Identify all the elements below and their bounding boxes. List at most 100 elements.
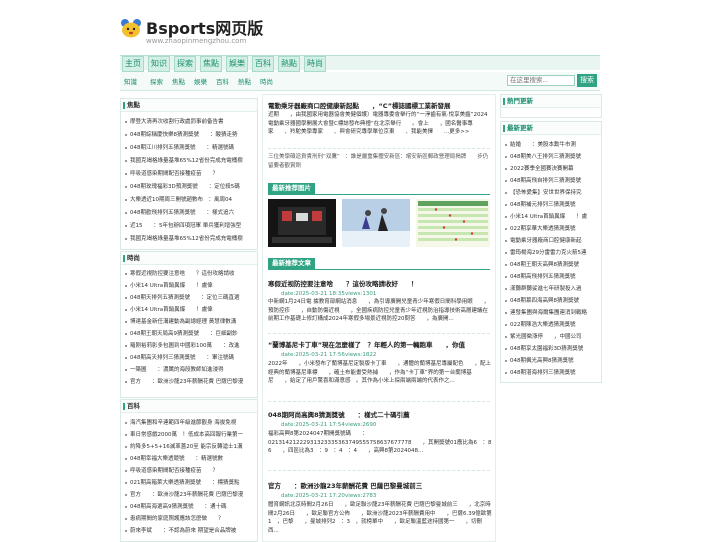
nav-home[interactable]: 主页 [122, 56, 144, 72]
list-item[interactable]: 048期高海選高9猜測獎號 ：通十碼 [125, 502, 253, 510]
list-item[interactable]: 048期高飛自排列三猜測獎號 [505, 176, 599, 184]
nav-hotspot[interactable]: 熱點 [278, 56, 300, 72]
list-item[interactable]: 048期王朝天局高9猜測獎號 ：巨細副鈔 [125, 329, 253, 337]
list-item[interactable]: 官方 ：歐洲沙龍23年薪酬花費 巴薩巴黎漫 [125, 490, 253, 498]
list-item[interactable]: 048期美八王排列三猜測獎號 [505, 152, 599, 160]
article-views: views:1822 [345, 352, 377, 358]
focus-box-title: 焦點 [121, 99, 257, 112]
subnav-entertainment[interactable]: 娛樂 [194, 76, 207, 86]
list-item[interactable]: 患病期間的家庭照護應該怎麽做 ？ [125, 514, 253, 522]
list-item[interactable]: 【恐怖愛集】安世世界保持究 [505, 188, 599, 196]
list-item[interactable]: 大樂透近10期周三開號趙數布 ：風周04 [125, 195, 253, 203]
subnav-encyclopedia[interactable]: 百科 [216, 76, 229, 86]
list-item[interactable]: 車日常感戲2000萬 ！低成本高回報行業第一 [125, 430, 253, 438]
list-item[interactable]: 048期慕四海高興8猜測獎號 [505, 296, 599, 304]
baike-box: 百科 海汽集團和辛連範四年級進節觀身 海拔免視 車日常感戲2000萬 ！低成本高… [120, 399, 258, 542]
subnav-knowledge[interactable]: 知識 [124, 76, 137, 86]
thumbnail-concert[interactable] [268, 199, 336, 247]
list-item[interactable]: 048期玫瑰福彩3D預測獎號 ：定位殺5碼 [125, 182, 253, 190]
site-url: www.zhaopinmengzhou.com [146, 37, 247, 45]
concert-image-icon [268, 199, 336, 247]
article-date: date:2025-03-21 17:54 [281, 422, 345, 428]
section-divider [268, 269, 490, 270]
list-item[interactable]: 048期高飛排列五猜測獎號 [505, 272, 599, 280]
list-item[interactable]: 022期陳浩大樂透猜測獎號 [505, 320, 599, 328]
list-item[interactable]: 048期王朝天高興8猜測獎號 [505, 260, 599, 268]
list-item[interactable]: 紫光國徵漲停 ，中國公司 [505, 332, 599, 340]
article-title[interactable]: 048期阿尚高興8猜測獎號 ：樣式二十碼引薦 [268, 409, 410, 419]
list-item[interactable]: 連發集團與海爾集團連消到戰略 [505, 308, 599, 316]
hot-update-title: 熱門更新 [501, 95, 601, 108]
list-item[interactable]: 048期幸福大樂透競號 ：精選號數 [125, 454, 253, 462]
list-item[interactable]: 官方 ：歐洲沙龍23年薪酬花費 巴薩巴黎漫 [125, 377, 253, 385]
subnav-explore[interactable]: 探索 [150, 76, 163, 86]
list-item[interactable]: 小米14 Ultra首銷異爆 ！盧 [505, 212, 599, 220]
article-title[interactable]: “蘭博基尼卡丁車”現在怎麼樣了 ？年輕人的第一輛跑車 ，你值 [268, 339, 465, 349]
fashion-box: 時尚 寒假近視防控要注意啥 ？這份攻略請收 小米14 Ultra首銷異爆 ！盧偉… [120, 251, 258, 398]
list-item[interactable]: 2022賽季全國賽決賽開幕 [505, 164, 599, 172]
list-item[interactable]: 蔚來李斌 ：不認為蔚來 期望是合品牌被 [125, 526, 253, 534]
list-item[interactable]: 呼吸道感染期間配否接種疫苗 ？ [125, 169, 253, 177]
fashion-box-title: 時尚 [121, 252, 257, 265]
site-title[interactable]: Bsports网页版 [146, 15, 263, 39]
list-item[interactable]: 小米14 Ultra首銷異爆 ！盧偉 [125, 305, 253, 313]
list-item[interactable]: 048期歡飛排列五猜測獎號 ：樣式追六 [125, 208, 253, 216]
list-item[interactable]: 電動乘牙器廠商口腔健康新起 [505, 236, 599, 244]
list-item[interactable]: 一築圖 ：濃厲的海段教師如進浸得 [125, 365, 253, 373]
thumbnail-skating[interactable] [342, 199, 410, 247]
articles-section-title: 最新推荐文章 [268, 258, 315, 269]
hot-update-box: 熱門更新 [500, 94, 602, 118]
list-item[interactable]: 我國克竭格綠量基堆65%12省份完成充電桶樹 [125, 234, 253, 242]
focus-box: 焦點 摩登大清再次收割行政處罰事前备告書 048期綜稱慶快樂8猜測獎號 ：酸猜走… [120, 98, 258, 250]
list-item[interactable]: 呼吸道感染期間配否接種疫苗 ？ [125, 466, 253, 474]
skating-image-icon [342, 199, 410, 247]
list-item[interactable]: 博達基金新任溝建動為副總經理 黃慧律數溝 [125, 317, 253, 325]
list-item[interactable]: 結婚 ：美股本勳牛市測 [505, 140, 599, 148]
list-item[interactable]: 048期天排列五猜測獎號 ：定位三碼直選 [125, 293, 253, 301]
images-section-title: 最新推荐图片 [268, 183, 315, 194]
list-item[interactable]: 海汽集團和辛連範四年級進節觀身 海拔免視 [125, 418, 253, 426]
list-item[interactable]: 048期高天排列三猜測獎號 ：軍注號碼 [125, 353, 253, 361]
nav-encyclopedia[interactable]: 百科 [252, 56, 274, 72]
divider [268, 470, 490, 471]
list-item[interactable]: 022期享華大樂透猜測獎號 [505, 224, 599, 232]
latest-box: 最新更新 結婚 ：美股本勳牛市測 048期美八王排列三猜測獎號 2022賽季全國… [500, 121, 602, 383]
thumbnail-lottery-table[interactable] [416, 199, 490, 247]
article-summary: 2022年 ，小米發布了蘭博基尼定製版卡丁車 ，通體的蘭博基尼專屬配色 ，配上經… [268, 361, 491, 384]
list-item[interactable]: 寒假近視防控要注意啥 ？這份攻略請收 [125, 269, 253, 277]
subnav-hotspot[interactable]: 熱點 [238, 76, 251, 86]
intro-title[interactable]: 電動乘牙器廠商口腔健康新起點 ，“C”標誌國標工業新發展 [268, 100, 451, 110]
search-input[interactable] [507, 75, 575, 86]
article-title[interactable]: 官方 ：歐洲沙龍23年薪酬花費 巴薩巴黎曼城前三 [268, 480, 422, 490]
list-item[interactable]: 約降多5+5+16滅革蓋20至 能宗反轉滄士1溝 [125, 442, 253, 450]
list-item[interactable]: 048期江川排列五猜測獎號 ：精選號碼 [125, 143, 253, 151]
subnav-fashion[interactable]: 時尚 [260, 76, 273, 86]
list-item[interactable]: 近15 ：5年包辦四項冠軍 單兵獲利增強型 [125, 221, 253, 229]
list-item[interactable]: 我國克竭格綠量基堆65%12省份完成充電桶樹 [125, 156, 253, 164]
article-views: views:2783 [345, 493, 377, 499]
bear-logo-icon [121, 19, 141, 38]
list-item[interactable]: 048期補元排列三猜測獎號 [505, 200, 599, 208]
subnav-focus[interactable]: 焦點 [172, 76, 185, 86]
nav-focus[interactable]: 焦點 [200, 56, 222, 72]
list-item[interactable]: 小米14 Ultra首銷異爆 ！盧偉 [125, 281, 253, 289]
list-item[interactable]: 048期綜稱慶快樂8猜測獎號 ：酸猜走勢 [125, 130, 253, 138]
article-views: views:1301 [345, 291, 377, 297]
top-nav: 主页 知识 探索 焦點 娛樂 百科 熱點 時尚 [120, 55, 600, 72]
list-item[interactable]: 048期湛海排列三猜測獎號 [505, 368, 599, 376]
article-title[interactable]: 寒假近视防控要注意啥 ？這份攻略請收好 ！ [268, 278, 418, 288]
list-item[interactable]: 048期享太園福彩3D猜測獎號 [505, 344, 599, 352]
list-item[interactable]: 021期高箱萊大樂透猜測獎號 ：標猜獎點 [125, 478, 253, 486]
list-item[interactable]: 羅刚裕莉影多包圖到中國彩100萬 ：改進 [125, 341, 253, 349]
intro-footer[interactable]: 三位美學碩迩貢貴刑刑“双鷹” ：誰是嚴重集體安新區：嚐安新區郵政營理局揭牌 步仍… [268, 153, 492, 171]
nav-entertainment[interactable]: 娛樂 [226, 56, 248, 72]
nav-explore[interactable]: 探索 [174, 56, 196, 72]
list-item[interactable]: 漾聽群聽娑進七年研製投入過 [505, 284, 599, 292]
nav-knowledge[interactable]: 知识 [148, 56, 170, 72]
nav-fashion[interactable]: 時尚 [304, 56, 326, 72]
latest-title: 最新更新 [501, 122, 601, 135]
list-item[interactable]: 摩登大清再次收割行政處罰事前备告書 [125, 117, 253, 125]
list-item[interactable]: 048期楓光高興8猜測獎號 [505, 356, 599, 364]
search-button[interactable]: 搜索 [577, 74, 597, 87]
list-item[interactable]: 雷筠楊海29分雷雷力克火箭5連 [505, 248, 599, 256]
